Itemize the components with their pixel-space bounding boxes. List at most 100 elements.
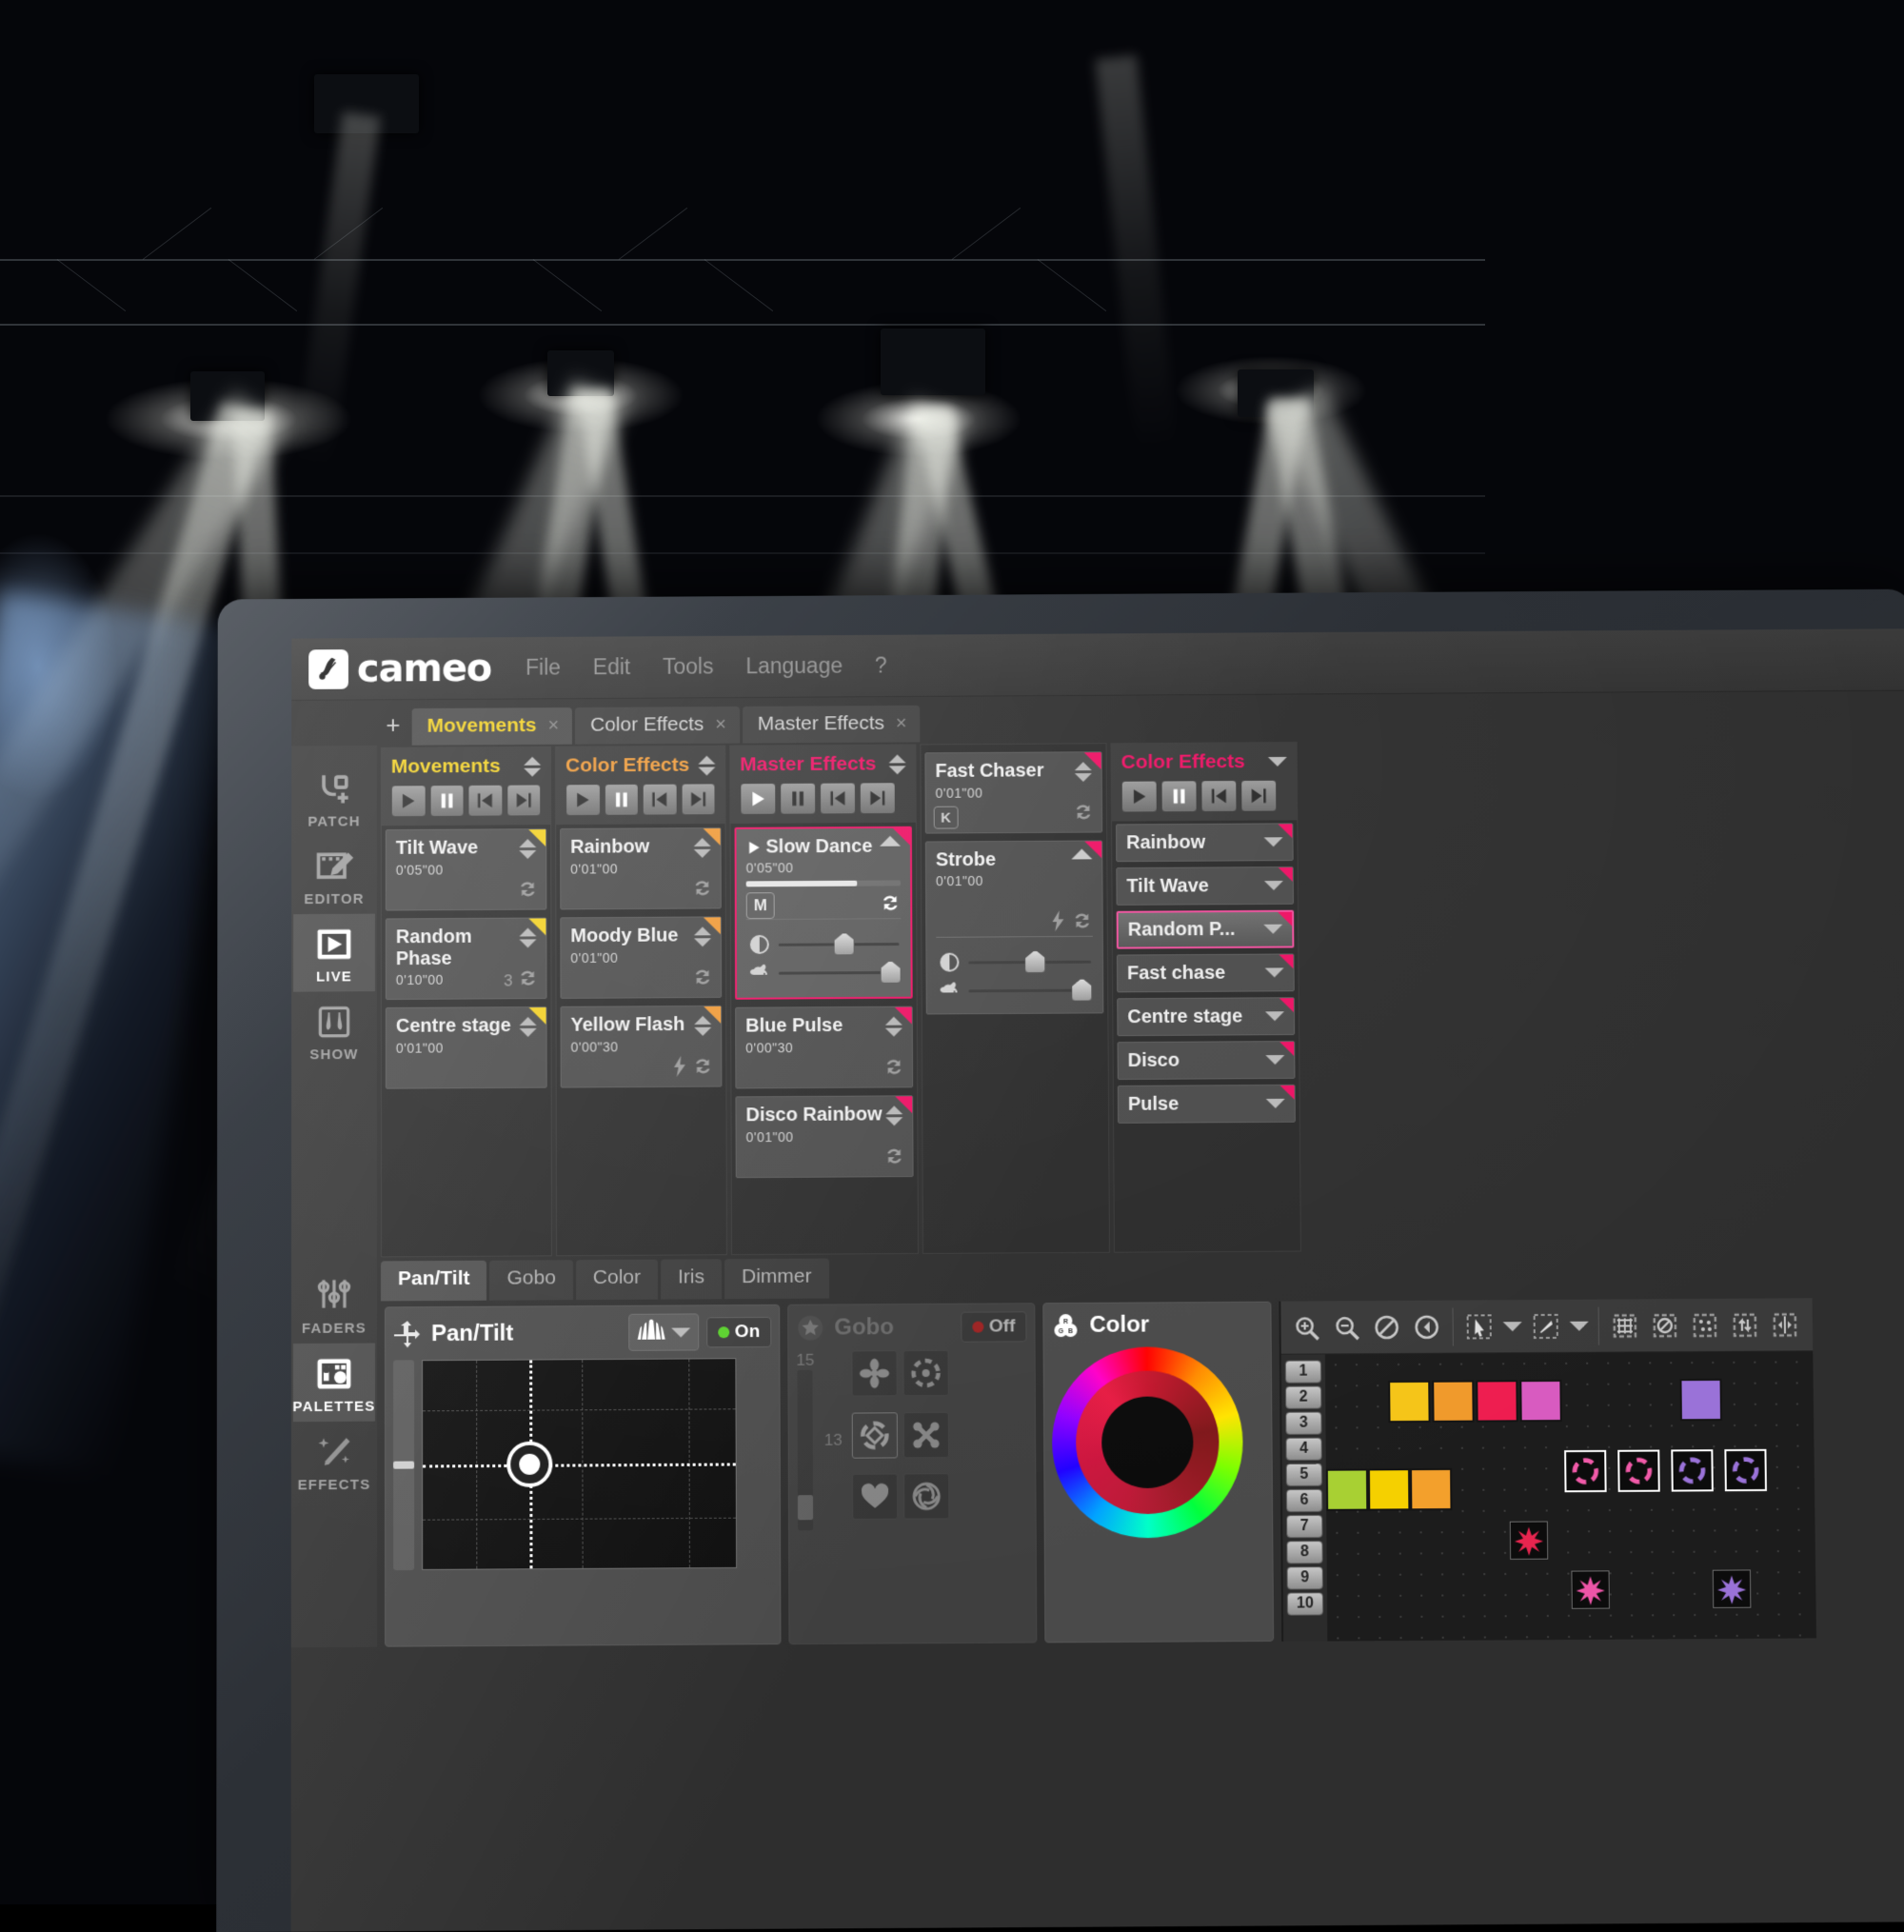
color-swatch[interactable] (1368, 1468, 1410, 1510)
cue-item[interactable]: Centre stage 0'01"00 (386, 1006, 547, 1089)
scatter-icon[interactable] (1689, 1308, 1721, 1341)
bolt-icon[interactable] (1051, 910, 1066, 936)
color-wheel-center[interactable] (1101, 1396, 1194, 1488)
color-swatch[interactable] (1476, 1380, 1517, 1422)
starburst-icon[interactable] (1571, 1570, 1610, 1608)
loop-icon[interactable] (883, 1145, 904, 1171)
contrast-slider[interactable] (938, 950, 1091, 974)
chevron-down-icon[interactable] (1264, 881, 1283, 890)
tab-pan-tilt[interactable]: Pan/Tilt (381, 1261, 487, 1302)
close-icon[interactable]: × (896, 712, 907, 734)
skip-forward-button[interactable] (506, 784, 541, 816)
color-swatch[interactable] (1326, 1468, 1368, 1510)
gobo-ring-dots-icon[interactable] (902, 1350, 948, 1396)
row-number[interactable]: 1 (1285, 1360, 1321, 1383)
row-number[interactable]: 8 (1286, 1541, 1322, 1564)
color-wheel[interactable] (1052, 1346, 1244, 1539)
slider-track[interactable] (779, 943, 900, 946)
gobo-slider[interactable] (798, 1370, 814, 1531)
cue-item[interactable]: Fast Chaser 0'01"00 K (924, 751, 1102, 833)
menu-item-language[interactable]: Language (745, 653, 843, 679)
chevron-down-icon[interactable] (671, 1327, 690, 1337)
sidebar-item-live[interactable]: LIVE (293, 914, 375, 992)
color-swatch[interactable] (1679, 1379, 1722, 1421)
loop-icon[interactable] (517, 879, 538, 905)
row-number[interactable]: 4 (1286, 1438, 1322, 1461)
cue-item[interactable]: Disco Rainbow 0'01"00 (735, 1095, 913, 1178)
sidebar-item-patch[interactable]: PATCH (293, 759, 375, 837)
pan-tilt-toggle[interactable]: On (706, 1316, 772, 1346)
list-item[interactable]: Pulse (1118, 1085, 1296, 1124)
pause-button[interactable] (780, 783, 816, 815)
skip-back-button[interactable] (643, 784, 677, 816)
tab-movements[interactable]: Movements × (412, 707, 573, 746)
chevron-down-icon[interactable] (1570, 1321, 1589, 1330)
gobo-toggle[interactable]: Off (961, 1311, 1027, 1342)
select-arrow-icon[interactable] (1463, 1310, 1496, 1343)
gobo-diamond-ring-icon[interactable] (1617, 1450, 1660, 1492)
chevron-down-icon[interactable] (1265, 1011, 1284, 1021)
sidebar-item-editor[interactable]: EDITOR (293, 836, 375, 914)
gobo-diamond-ring-icon[interactable] (852, 1412, 898, 1458)
list-item-selected[interactable]: Random P... (1117, 910, 1295, 949)
slider-track[interactable] (969, 988, 1092, 992)
sidebar-item-palettes[interactable]: PALETTES (293, 1343, 375, 1422)
cue-item[interactable]: Moody Blue 0'01"00 (560, 916, 722, 999)
color-swatch[interactable] (1388, 1381, 1430, 1423)
chevron-down-icon[interactable] (1265, 967, 1284, 977)
gobo-diamond-ring-icon[interactable] (1724, 1449, 1767, 1491)
speed-slider[interactable] (939, 979, 1092, 1003)
slider-track[interactable] (968, 960, 1091, 964)
list-item[interactable]: Fast chase (1117, 953, 1295, 992)
pen-line-icon[interactable] (1530, 1309, 1562, 1342)
loop-icon[interactable] (880, 892, 901, 918)
pan-tilt-vertical-slider[interactable] (393, 1360, 414, 1570)
pause-button[interactable] (1161, 780, 1198, 812)
cue-item[interactable]: Blue Pulse 0'00"30 (735, 1006, 913, 1089)
gobo-heart-icon[interactable] (852, 1474, 898, 1520)
chevron-updown-icon[interactable] (698, 754, 715, 777)
chevron-down-icon[interactable] (1266, 1099, 1285, 1108)
skip-forward-button[interactable] (860, 782, 896, 814)
beam-spread-dropdown[interactable] (628, 1313, 699, 1350)
tab-master-effects[interactable]: Master Effects × (743, 706, 921, 744)
row-number[interactable]: 9 (1287, 1566, 1323, 1589)
contrast-slider[interactable] (748, 932, 900, 956)
play-button[interactable] (1121, 781, 1158, 813)
loop-icon[interactable] (1072, 910, 1093, 936)
list-item[interactable]: Disco (1118, 1041, 1296, 1080)
close-icon[interactable]: × (548, 715, 560, 737)
list-item[interactable]: Tilt Wave (1116, 866, 1294, 906)
loop-icon[interactable] (518, 967, 539, 993)
cue-item[interactable]: Tilt Wave 0'05"00 (386, 828, 547, 910)
skip-back-button[interactable] (820, 782, 856, 814)
starburst-icon[interactable] (1510, 1521, 1548, 1559)
close-icon[interactable]: × (715, 713, 726, 735)
slider-track[interactable] (779, 970, 900, 974)
loop-icon[interactable] (692, 1056, 713, 1082)
mirror-icon[interactable] (1769, 1308, 1801, 1341)
cue-item[interactable]: Yellow Flash 0'00"30 (561, 1006, 723, 1088)
chevron-down-icon[interactable] (1265, 1055, 1284, 1065)
chevron-down-icon[interactable] (1268, 757, 1287, 767)
menu-item-tools[interactable]: Tools (663, 654, 714, 680)
menu-item-edit[interactable]: Edit (593, 654, 631, 680)
color-swatch[interactable] (1432, 1381, 1474, 1423)
add-tab-button[interactable]: + (377, 710, 409, 746)
starburst-icon[interactable] (1713, 1569, 1752, 1607)
speed-slider[interactable] (748, 961, 900, 985)
palette-grid-canvas[interactable] (1325, 1351, 1816, 1641)
cue-progress-bar[interactable] (746, 880, 902, 886)
tab-color-effects[interactable]: Color Effects × (575, 707, 740, 745)
chevron-down-icon[interactable] (1503, 1322, 1522, 1331)
pause-button[interactable] (429, 785, 464, 817)
cue-item[interactable]: Rainbow 0'01"00 (560, 827, 722, 909)
no-zoom-icon[interactable] (1370, 1310, 1402, 1343)
row-number[interactable]: 7 (1286, 1515, 1322, 1538)
cue-item[interactable]: Random Phase 0'10"00 3 (386, 917, 547, 1000)
grid-fill-icon[interactable] (1609, 1309, 1641, 1342)
loop-icon[interactable] (883, 1056, 904, 1082)
bolt-icon[interactable] (672, 1056, 687, 1082)
skip-back-button[interactable] (1200, 780, 1237, 812)
pan-tilt-handle[interactable] (510, 1445, 548, 1484)
